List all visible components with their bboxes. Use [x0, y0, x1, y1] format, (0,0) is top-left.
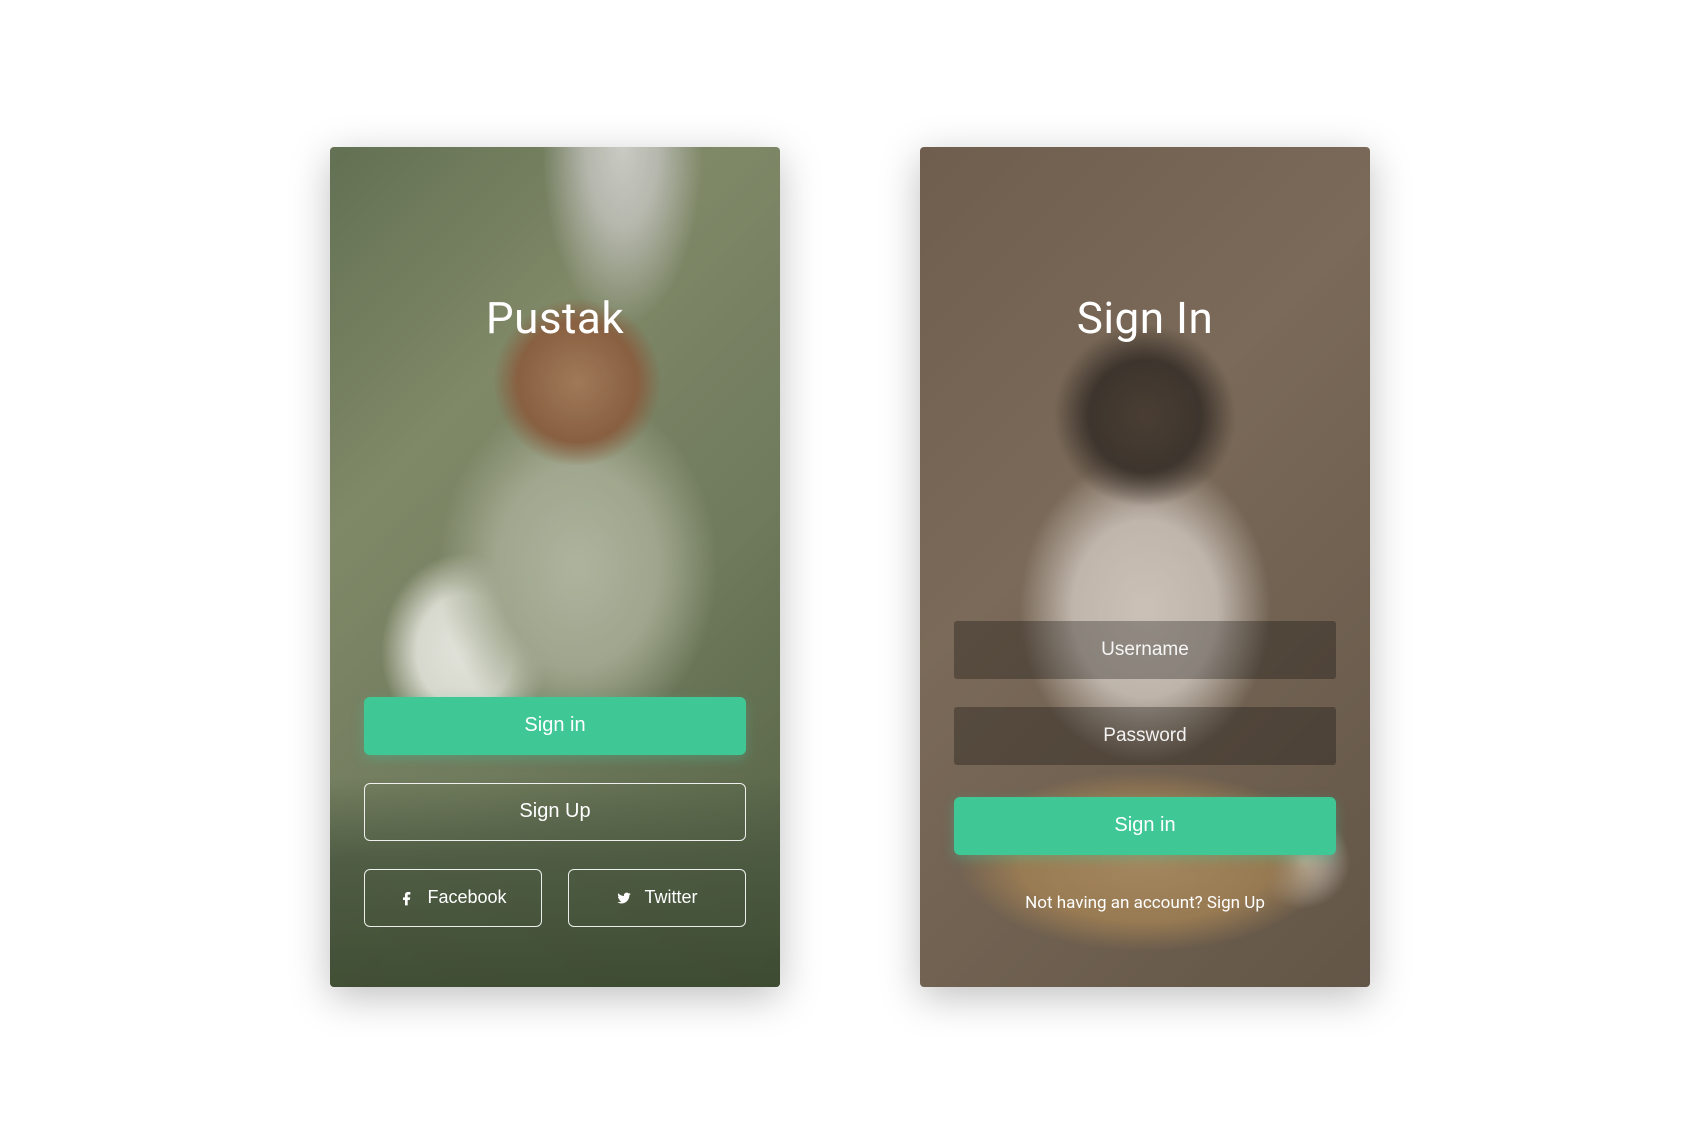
signup-button[interactable]: Sign Up	[364, 783, 746, 841]
signin-content: Sign In Sign in Not having an account? S…	[920, 147, 1370, 987]
facebook-icon	[399, 890, 415, 906]
welcome-content: Pustak Sign in Sign Up Facebook Twitter	[330, 147, 780, 987]
twitter-label: Twitter	[644, 887, 697, 908]
facebook-label: Facebook	[427, 887, 506, 908]
password-input[interactable]	[954, 707, 1336, 765]
welcome-screen: Pustak Sign in Sign Up Facebook Twitter	[330, 147, 780, 987]
facebook-button[interactable]: Facebook	[364, 869, 542, 927]
twitter-button[interactable]: Twitter	[568, 869, 746, 927]
signin-title: Sign In	[1077, 292, 1214, 344]
signin-form: Sign in Not having an account? Sign Up	[954, 621, 1336, 913]
signin-submit-button[interactable]: Sign in	[954, 797, 1336, 855]
twitter-icon	[616, 890, 632, 906]
signin-screen: Sign In Sign in Not having an account? S…	[920, 147, 1370, 987]
app-title: Pustak	[486, 292, 624, 344]
signin-button[interactable]: Sign in	[364, 697, 746, 755]
social-row: Facebook Twitter	[364, 869, 746, 927]
signup-link[interactable]: Not having an account? Sign Up	[954, 893, 1336, 913]
username-input[interactable]	[954, 621, 1336, 679]
